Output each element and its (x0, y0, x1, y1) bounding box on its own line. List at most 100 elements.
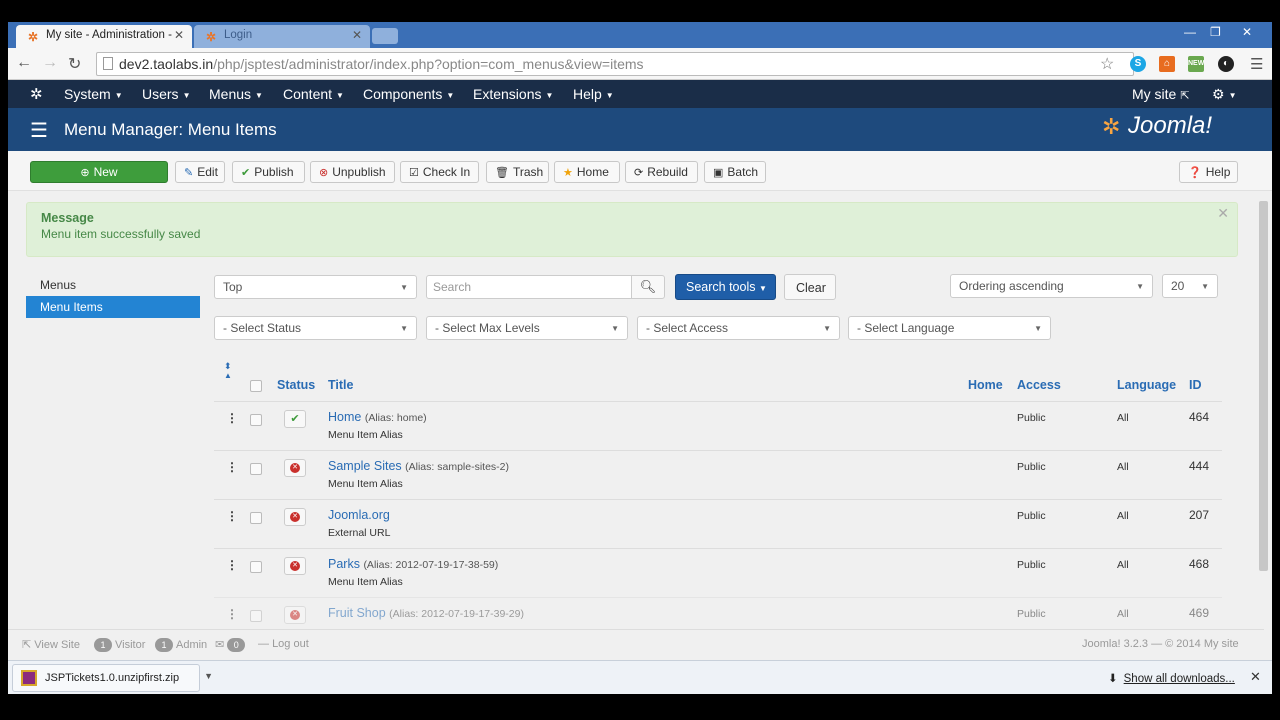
settings-gear-icon[interactable]: ⚙ ▼ (1212, 86, 1236, 103)
edit-button[interactable]: ✎ Edit (175, 161, 225, 183)
th-status[interactable]: Status (277, 378, 315, 392)
tab-administration[interactable]: ✲ My site - Administration - ✕ (16, 25, 192, 48)
item-title-link[interactable]: Fruit Shop (328, 606, 386, 620)
status-select[interactable]: - Select Status ▼ (214, 316, 417, 340)
new-tab-button[interactable] (372, 28, 398, 44)
trash-button[interactable]: 🗑 Trash (486, 161, 549, 183)
view-site-link[interactable]: ⇱ View Site (22, 638, 80, 651)
show-all-downloads-link[interactable]: ⬇ Show all downloads... (1108, 671, 1235, 685)
logout-link[interactable]: — Log out (258, 638, 309, 650)
limit-select[interactable]: 20 ▼ (1162, 274, 1218, 298)
close-window-icon[interactable]: ✕ (1242, 25, 1252, 39)
unpublish-button[interactable]: ⊗ Unpublish (310, 161, 395, 183)
home-button[interactable]: ★ Home (554, 161, 620, 183)
th-title[interactable]: Title (328, 378, 353, 392)
th-language[interactable]: Language (1117, 378, 1176, 392)
restore-icon[interactable]: ❐ (1210, 25, 1221, 39)
menu-extensions[interactable]: Extensions ▼ (473, 86, 553, 102)
chrome-menu-icon[interactable]: ☰ (1250, 55, 1263, 73)
joomla-logo-icon[interactable]: ✲ (30, 85, 43, 103)
menu-content[interactable]: Content ▼ (283, 86, 344, 102)
bookmark-star-icon[interactable]: ☆ (1100, 54, 1114, 74)
publish-button[interactable]: ✔ Publish (232, 161, 305, 183)
unpublished-toggle[interactable]: ✕ (284, 606, 306, 624)
unpublish-label: Unpublish (332, 165, 386, 179)
extension-new-icon[interactable]: NEW (1188, 56, 1204, 72)
scrollbar-thumb[interactable] (1259, 201, 1268, 571)
ordering-select[interactable]: Ordering ascending ▼ (950, 274, 1153, 298)
th-home[interactable]: Home (968, 378, 1003, 392)
item-language: All (1117, 559, 1129, 571)
row-checkbox[interactable] (250, 414, 262, 426)
minimize-icon[interactable]: — (1184, 25, 1196, 39)
new-button[interactable]: ⊕ New (30, 161, 168, 183)
caret-down-icon: ▼ (545, 90, 554, 100)
drag-handle-icon[interactable]: ⋮ (226, 509, 238, 523)
message-text: Menu item successfully saved (41, 227, 201, 241)
th-access[interactable]: Access (1017, 378, 1061, 392)
vertical-scrollbar[interactable] (1256, 191, 1272, 659)
menu-components[interactable]: Components ▼ (363, 86, 454, 102)
sort-ordering-icon[interactable]: ⬍ ▲ (224, 362, 232, 381)
search-input[interactable]: Search (426, 275, 632, 299)
drag-handle-icon[interactable]: ⋮ (226, 607, 238, 621)
clear-button[interactable]: Clear (784, 274, 836, 300)
close-tab-icon[interactable]: ✕ (174, 28, 184, 42)
chevron-down-icon[interactable]: ▼ (204, 671, 213, 681)
admin-menu-bar: ✲ System ▼ Users ▼ Menus ▼ Content ▼ Compone… (8, 80, 1272, 108)
download-item[interactable]: JSPTickets1.0.unzipfirst.zip ▼ (12, 664, 213, 692)
my-site-link[interactable]: My site ⇱ (1132, 86, 1189, 102)
reload-icon[interactable]: ↻ (68, 54, 81, 74)
logout-label: Log out (272, 638, 309, 650)
row-checkbox[interactable] (250, 610, 262, 622)
sidebar-item-menu-items[interactable]: Menu Items (26, 296, 200, 318)
menu-users[interactable]: Users ▼ (142, 86, 190, 102)
item-title-link[interactable]: Sample Sites (328, 459, 402, 473)
th-id[interactable]: ID (1189, 378, 1202, 392)
item-type: Menu Item Alias (328, 429, 403, 441)
language-select[interactable]: - Select Language ▼ (848, 316, 1051, 340)
menu-help[interactable]: Help ▼ (573, 86, 614, 102)
menu-menus[interactable]: Menus ▼ (209, 86, 263, 102)
close-icon[interactable]: ✕ (1217, 205, 1229, 222)
close-icon[interactable]: ✕ (1250, 669, 1261, 685)
item-title-link[interactable]: Parks (328, 557, 360, 571)
search-tools-button[interactable]: Search tools ▼ (675, 274, 776, 300)
rebuild-button[interactable]: ⟳ Rebuild (625, 161, 698, 183)
tab-login[interactable]: ✲ Login ✕ (194, 25, 370, 48)
row-checkbox[interactable] (250, 512, 262, 524)
unpublished-toggle[interactable]: ✕ (284, 557, 306, 575)
menu-system[interactable]: System ▼ (64, 86, 123, 102)
published-toggle[interactable]: ✔ (284, 410, 306, 428)
globe-icon[interactable]: ◐ (1218, 56, 1234, 72)
batch-label: Batch (727, 165, 759, 179)
url-input[interactable]: dev2.taolabs.in/php/jsptest/administrato… (96, 52, 1134, 76)
search-button[interactable]: 🔍︎ (631, 275, 665, 299)
admins-status: 1 Admin (155, 638, 207, 652)
cart-icon[interactable]: ⌂ (1159, 56, 1175, 72)
joomla-favicon-icon: ✲ (205, 30, 217, 44)
messages-status[interactable]: ✉ 0 (215, 638, 248, 652)
back-arrow-icon[interactable]: ← (16, 54, 32, 72)
menu-select[interactable]: Top ▼ (214, 275, 417, 299)
caret-down-icon: ▼ (114, 90, 123, 100)
drag-handle-icon[interactable]: ⋮ (226, 411, 238, 425)
item-title-link[interactable]: Home (328, 410, 361, 424)
row-checkbox[interactable] (250, 561, 262, 573)
access-select[interactable]: - Select Access ▼ (637, 316, 840, 340)
row-checkbox[interactable] (250, 463, 262, 475)
select-all-checkbox[interactable] (250, 380, 262, 392)
unpublished-toggle[interactable]: ✕ (284, 459, 306, 477)
skype-icon[interactable]: S (1130, 56, 1146, 72)
unpublished-toggle[interactable]: ✕ (284, 508, 306, 526)
help-button[interactable]: ❓ Help (1179, 161, 1238, 183)
check-in-button[interactable]: ☑ Check In (400, 161, 479, 183)
forward-arrow-icon[interactable]: → (42, 54, 58, 72)
max-levels-select[interactable]: - Select Max Levels ▼ (426, 316, 628, 340)
drag-handle-icon[interactable]: ⋮ (226, 460, 238, 474)
sidebar-item-menus[interactable]: Menus (26, 274, 200, 296)
drag-handle-icon[interactable]: ⋮ (226, 558, 238, 572)
batch-button[interactable]: ▣ Batch (704, 161, 766, 183)
item-title-link[interactable]: Joomla.org (328, 508, 390, 522)
close-tab-icon[interactable]: ✕ (352, 28, 362, 42)
